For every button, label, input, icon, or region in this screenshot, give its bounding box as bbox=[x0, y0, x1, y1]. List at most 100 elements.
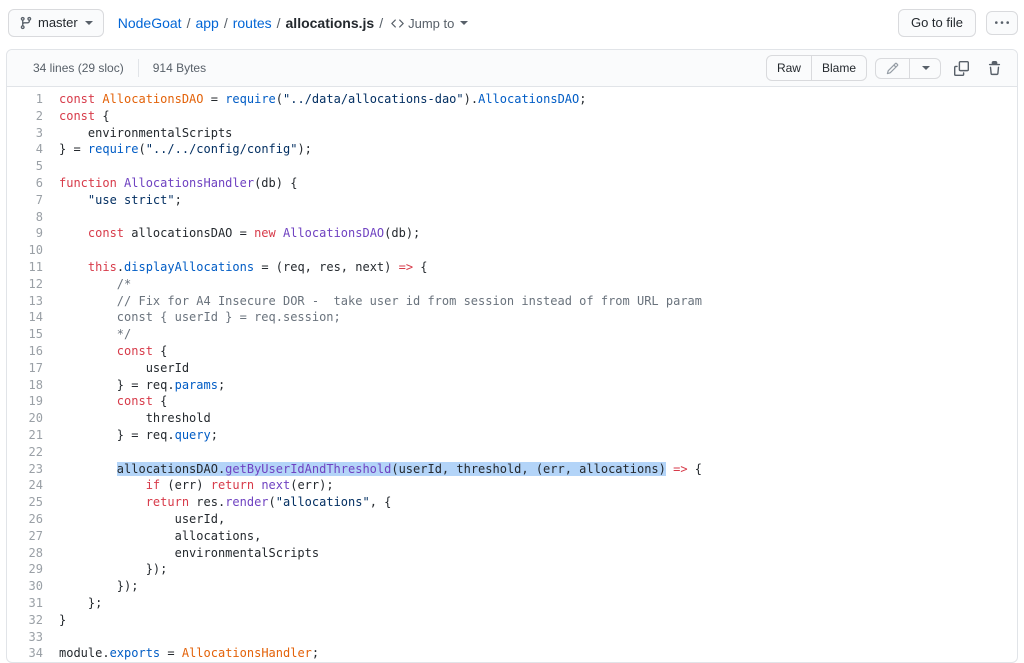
line-number[interactable]: 11 bbox=[7, 259, 51, 276]
line-content: const { userId } = req.session; bbox=[51, 309, 1017, 326]
line-number[interactable]: 10 bbox=[7, 242, 51, 259]
copy-file-button[interactable] bbox=[949, 58, 974, 79]
line-number[interactable]: 20 bbox=[7, 410, 51, 427]
line-number[interactable]: 17 bbox=[7, 360, 51, 377]
code-token: environmentalScripts bbox=[59, 125, 233, 140]
line-number[interactable]: 23 bbox=[7, 461, 51, 478]
raw-button[interactable]: Raw bbox=[765, 55, 812, 81]
edit-dropdown-button[interactable] bbox=[909, 57, 941, 79]
branch-selector-button[interactable]: master bbox=[8, 9, 104, 37]
delete-file-button[interactable] bbox=[982, 58, 1007, 79]
line-content: "use strict"; bbox=[51, 192, 1017, 209]
line-number[interactable]: 13 bbox=[7, 293, 51, 310]
line-number[interactable]: 2 bbox=[7, 108, 51, 125]
code-token: const bbox=[116, 343, 153, 358]
code-token: { bbox=[152, 394, 168, 409]
line-content: }); bbox=[51, 578, 1017, 595]
code-token: threshold bbox=[59, 411, 211, 426]
line-number[interactable]: 15 bbox=[7, 326, 51, 343]
code-token: (db) { bbox=[254, 175, 298, 190]
line-number[interactable]: 19 bbox=[7, 393, 51, 410]
line-content: environmentalScripts bbox=[51, 125, 1017, 142]
code-token: AllocationsDAO bbox=[478, 92, 580, 106]
edit-file-button[interactable] bbox=[875, 57, 910, 79]
line-content bbox=[51, 629, 1017, 646]
code-token: ); bbox=[297, 142, 312, 157]
jump-to-dropdown[interactable]: Jump to bbox=[391, 16, 469, 31]
line-content: userId, bbox=[51, 511, 1017, 528]
line-content: }); bbox=[51, 561, 1017, 578]
code-line: 17 userId bbox=[7, 360, 1017, 377]
line-number[interactable]: 4 bbox=[7, 141, 51, 158]
line-content: const allocationsDAO = new AllocationsDA… bbox=[51, 225, 1017, 242]
code-token: const bbox=[59, 92, 96, 106]
code-token: allocations, bbox=[59, 528, 262, 543]
line-number[interactable]: 9 bbox=[7, 225, 51, 242]
breadcrumb-dir-link-app[interactable]: app bbox=[195, 15, 218, 31]
line-number[interactable]: 1 bbox=[7, 91, 51, 108]
file-view-box: 34 lines (29 sloc) 914 Bytes Raw Blame 1… bbox=[6, 49, 1018, 663]
breadcrumb-separator: / bbox=[276, 15, 281, 31]
line-number[interactable]: 5 bbox=[7, 158, 51, 175]
caret-down-icon bbox=[460, 21, 469, 25]
line-number[interactable]: 32 bbox=[7, 612, 51, 629]
line-number[interactable]: 7 bbox=[7, 192, 51, 209]
caret-down-icon bbox=[922, 66, 930, 70]
line-content: if (err) return next(err); bbox=[51, 477, 1017, 494]
code-line: 27 allocations, bbox=[7, 528, 1017, 545]
line-number[interactable]: 25 bbox=[7, 494, 51, 511]
line-content: environmentalScripts bbox=[51, 545, 1017, 562]
line-number[interactable]: 22 bbox=[7, 444, 51, 461]
code-line: 5 bbox=[7, 158, 1017, 175]
line-number[interactable]: 31 bbox=[7, 595, 51, 612]
line-number[interactable]: 21 bbox=[7, 427, 51, 444]
file-navigation-bar: master NodeGoat / app / routes / allocat… bbox=[0, 0, 1024, 49]
line-number[interactable]: 6 bbox=[7, 175, 51, 192]
line-content: threshold bbox=[51, 410, 1017, 427]
line-number[interactable]: 16 bbox=[7, 343, 51, 360]
line-number[interactable]: 24 bbox=[7, 477, 51, 494]
go-to-file-button[interactable]: Go to file bbox=[897, 9, 976, 37]
code-token: const bbox=[87, 226, 125, 241]
code-token: if bbox=[145, 478, 161, 493]
breadcrumb-repo-link[interactable]: NodeGoat bbox=[118, 15, 182, 31]
line-number[interactable]: 34 bbox=[7, 645, 51, 662]
line-number[interactable]: 8 bbox=[7, 209, 51, 226]
code-token: (err) bbox=[160, 478, 211, 493]
code-line: 7 "use strict"; bbox=[7, 192, 1017, 209]
line-number[interactable]: 18 bbox=[7, 377, 51, 394]
line-number[interactable]: 33 bbox=[7, 629, 51, 646]
line-number[interactable]: 26 bbox=[7, 511, 51, 528]
code-token: this bbox=[87, 259, 117, 274]
caret-down-icon bbox=[84, 21, 93, 25]
code-token: (userId, threshold, (err, allocations) bbox=[391, 461, 666, 476]
code-token: next bbox=[261, 478, 291, 493]
code-line: 10 bbox=[7, 242, 1017, 259]
code-token: "../../config/config" bbox=[145, 142, 298, 157]
file-lines-info: 34 lines (29 sloc) bbox=[33, 61, 124, 75]
line-content: userId bbox=[51, 360, 1017, 377]
line-number[interactable]: 3 bbox=[7, 125, 51, 142]
code-token: exports bbox=[109, 646, 161, 661]
line-number[interactable]: 30 bbox=[7, 578, 51, 595]
breadcrumb-dir-link-routes[interactable]: routes bbox=[233, 15, 272, 31]
line-number[interactable]: 12 bbox=[7, 276, 51, 293]
code-line: 32} bbox=[7, 612, 1017, 629]
line-number[interactable]: 14 bbox=[7, 309, 51, 326]
code-token: }); bbox=[59, 562, 168, 577]
code-token: (err); bbox=[290, 478, 334, 493]
more-options-button[interactable] bbox=[986, 11, 1018, 35]
blame-button[interactable]: Blame bbox=[810, 55, 867, 81]
code-token: "allocations" bbox=[275, 495, 370, 510]
code-token: ; bbox=[311, 646, 320, 661]
line-number[interactable]: 27 bbox=[7, 528, 51, 545]
code-line: 33 bbox=[7, 629, 1017, 646]
line-number[interactable]: 28 bbox=[7, 545, 51, 562]
code-token: AllocationsDAO bbox=[283, 226, 385, 241]
line-number[interactable]: 29 bbox=[7, 561, 51, 578]
code-token: params bbox=[174, 377, 218, 392]
code-table: 1 const AllocationsDAO = require("../data… bbox=[7, 91, 1017, 662]
code-token: render bbox=[225, 495, 269, 510]
